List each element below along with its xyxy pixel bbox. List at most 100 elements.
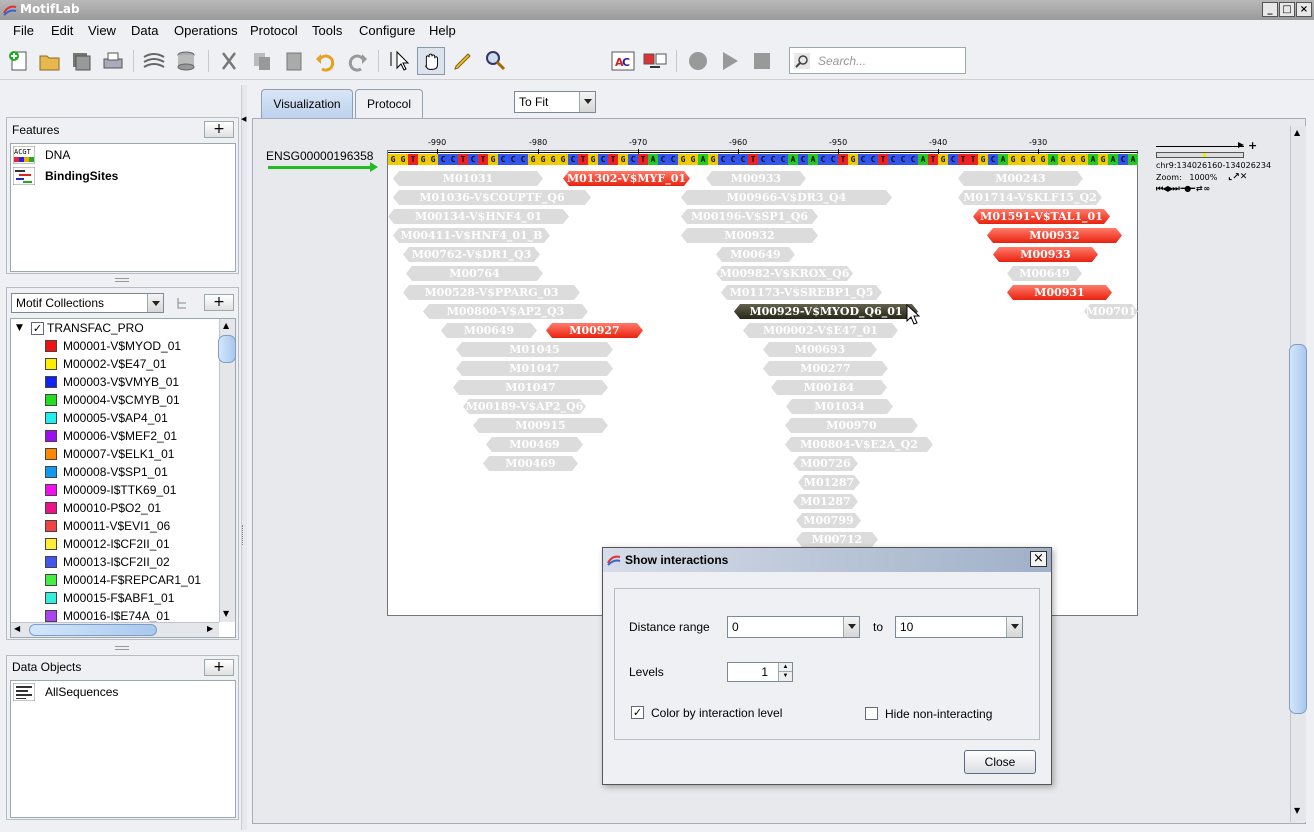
- viz-vertical-scrollbar[interactable]: ▲ ▼: [1289, 126, 1307, 822]
- motif-color-swatch[interactable]: [45, 610, 57, 622]
- cut-icon[interactable]: [215, 47, 243, 75]
- binding-site[interactable]: M00764: [406, 266, 543, 281]
- binding-site[interactable]: M00929-V$MYOD_Q6_01: [734, 304, 918, 319]
- motif-item[interactable]: M00003-V$VMYB_01: [63, 373, 179, 391]
- binding-site[interactable]: M01047: [456, 361, 613, 376]
- menu-view[interactable]: View: [88, 23, 116, 38]
- motif-color-swatch[interactable]: [45, 502, 57, 514]
- close-button[interactable]: Close: [964, 750, 1036, 774]
- motif-color-swatch[interactable]: [45, 520, 57, 532]
- zoom-in-icon[interactable]: +: [1248, 139, 1257, 152]
- hscroll-thumb[interactable]: [29, 624, 157, 636]
- feature-item-bindingsites[interactable]: BindingSites: [45, 167, 118, 185]
- binding-site[interactable]: M00712: [796, 532, 878, 547]
- pencil-icon[interactable]: [449, 47, 477, 75]
- menu-help[interactable]: Help: [429, 23, 456, 38]
- record-icon[interactable]: [684, 47, 712, 75]
- binding-site[interactable]: M00469: [483, 456, 578, 471]
- binding-site[interactable]: M00927: [546, 323, 643, 338]
- binding-site[interactable]: M01045: [456, 342, 613, 357]
- spinner-down-icon[interactable]: ▼: [778, 672, 792, 681]
- binding-site[interactable]: M00693: [763, 342, 877, 357]
- binding-site[interactable]: M00649: [716, 247, 795, 262]
- motif-color-swatch[interactable]: [45, 466, 57, 478]
- hand-tool-icon[interactable]: [417, 47, 445, 75]
- binding-site[interactable]: M00933: [706, 171, 806, 186]
- distance-to-select[interactable]: 10: [895, 616, 1023, 638]
- binding-site[interactable]: M00804-V$E2A_Q2: [785, 437, 933, 452]
- database-icon[interactable]: [172, 47, 200, 75]
- motif-horizontal-scrollbar[interactable]: ◀ ▶: [11, 622, 219, 637]
- binding-site[interactable]: M00134-V$HNF4_01: [388, 209, 569, 224]
- binding-site[interactable]: M01287: [798, 475, 860, 490]
- motif-color-swatch[interactable]: [45, 538, 57, 550]
- compare-icon[interactable]: [641, 47, 669, 75]
- collection-select[interactable]: Motif Collections: [11, 293, 164, 313]
- motif-item[interactable]: M00011-V$EVI1_06: [63, 517, 170, 535]
- binding-site[interactable]: M01031: [393, 171, 543, 186]
- scroll-controls-icon[interactable]: ⏮◀▶⏭ ━●━ ⇄ ∞: [1156, 184, 1210, 194]
- splitter-handle[interactable]: [115, 278, 129, 282]
- maximize-button[interactable]: □: [1279, 2, 1295, 17]
- menu-edit[interactable]: Edit: [51, 23, 73, 38]
- sequence-name[interactable]: ENSG00000196358: [266, 149, 373, 163]
- collection-root-label[interactable]: TRANSFAC_PRO: [47, 319, 144, 337]
- binding-site[interactable]: M00932: [681, 228, 818, 243]
- color-by-level-checkbox[interactable]: ✓: [631, 706, 644, 719]
- motif-item[interactable]: M00004-V$CMYB_01: [63, 391, 180, 409]
- undo-icon[interactable]: [312, 47, 340, 75]
- zoom-icon[interactable]: [481, 47, 509, 75]
- binding-site[interactable]: M01714-V$KLF15_Q2: [958, 190, 1102, 205]
- motif-color-swatch[interactable]: [45, 592, 57, 604]
- binding-site[interactable]: M01302-V$MYF_01: [563, 171, 690, 186]
- motif-color-swatch[interactable]: [45, 376, 57, 388]
- motif-item[interactable]: M00002-V$E47_01: [63, 355, 166, 373]
- binding-site[interactable]: M00933: [993, 247, 1098, 262]
- collection-checkbox[interactable]: ✓: [31, 322, 44, 335]
- dialog-close-icon[interactable]: ×: [1030, 551, 1047, 567]
- motif-item[interactable]: M00012-I$CF2II_01: [63, 535, 170, 553]
- viewport-overview[interactable]: [1156, 152, 1244, 158]
- add-data-object-button[interactable]: +: [204, 659, 234, 676]
- add-motif-button[interactable]: +: [204, 294, 234, 311]
- binding-site[interactable]: M01047: [453, 380, 608, 395]
- spinner-up-icon[interactable]: ▲: [778, 663, 792, 672]
- binding-site[interactable]: M00649: [441, 323, 537, 338]
- add-feature-button[interactable]: +: [204, 121, 234, 138]
- close-window-button[interactable]: ×: [1296, 2, 1312, 17]
- splitter-handle-2[interactable]: [115, 646, 129, 650]
- minimize-button[interactable]: _: [1262, 2, 1278, 17]
- stop-icon[interactable]: [748, 47, 776, 75]
- motif-item[interactable]: M00010-P$O2_01: [63, 499, 161, 517]
- motif-vertical-scrollbar[interactable]: ▲ ▼: [218, 319, 236, 622]
- motif-item[interactable]: M00001-V$MYOD_01: [63, 337, 181, 355]
- play-icon[interactable]: [716, 47, 744, 75]
- binding-site[interactable]: M00800-V$AP2_Q3: [423, 304, 588, 319]
- save-all-icon[interactable]: [67, 47, 95, 75]
- tab-protocol[interactable]: Protocol: [355, 89, 423, 118]
- feature-item-dna[interactable]: DNA: [45, 146, 70, 164]
- binding-site[interactable]: M00799: [796, 513, 861, 528]
- binding-site[interactable]: M00184: [771, 380, 887, 395]
- motif-color-swatch[interactable]: [45, 340, 57, 352]
- binding-site[interactable]: M00982-V$KROX_Q6: [716, 266, 853, 281]
- sequence-tracks-icon[interactable]: [140, 47, 168, 75]
- motif-item[interactable]: M00013-I$CF2II_02: [63, 553, 170, 571]
- scroll-thumb[interactable]: [218, 335, 236, 363]
- binding-site[interactable]: M01173-V$SREBP1_Q5: [721, 285, 882, 300]
- binding-site[interactable]: M01591-V$TAL1_01: [973, 209, 1110, 224]
- binding-site[interactable]: M00243: [958, 171, 1083, 186]
- binding-site[interactable]: M01036-V$COUPTF_Q6: [393, 190, 591, 205]
- binding-site[interactable]: M00966-V$DR3_Q4: [681, 190, 892, 205]
- print-icon[interactable]: [99, 47, 127, 75]
- levels-spinner[interactable]: 1 ▲ ▼: [727, 662, 793, 682]
- zoom-mode-select[interactable]: To Fit: [514, 91, 596, 113]
- motif-color-swatch[interactable]: [45, 556, 57, 568]
- viz-scroll-thumb[interactable]: [1289, 344, 1307, 714]
- redo-icon[interactable]: [343, 47, 371, 75]
- motif-color-swatch[interactable]: [45, 358, 57, 370]
- tree-expand-icon[interactable]: ▼: [16, 323, 23, 333]
- binding-site[interactable]: M00277: [763, 361, 888, 376]
- main-split-divider[interactable]: ◀: [241, 85, 247, 830]
- motif-item[interactable]: M00014-F$REPCAR1_01: [63, 571, 201, 589]
